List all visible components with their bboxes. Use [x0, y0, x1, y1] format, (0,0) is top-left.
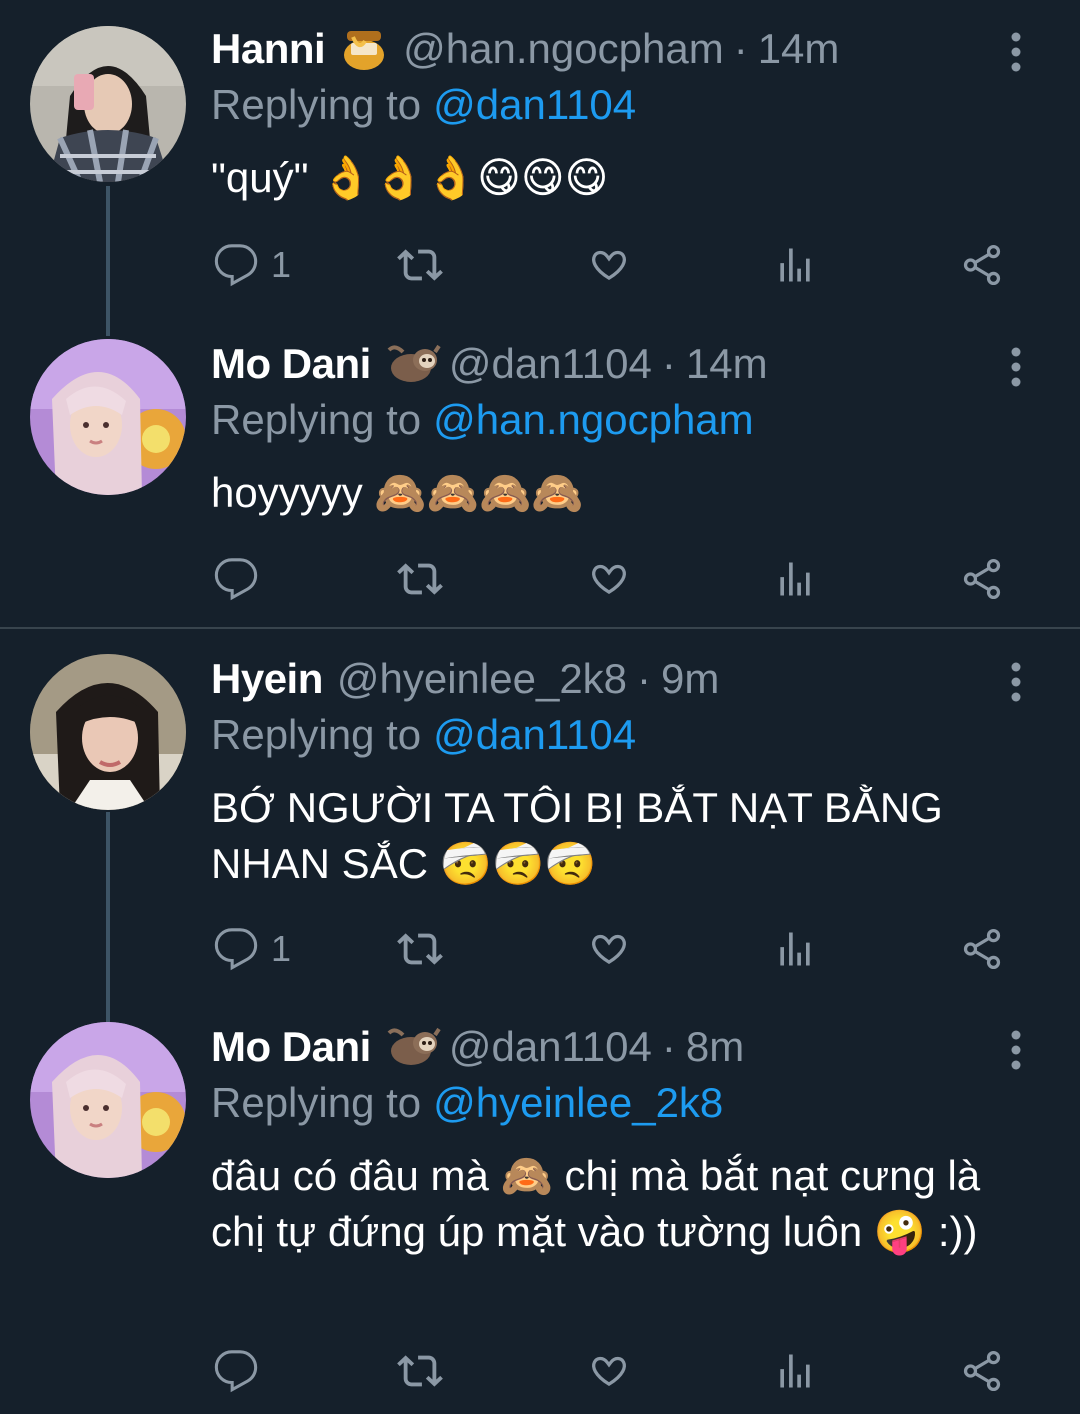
tweet-header: Hyein @hyeinlee_2k8 · 9m: [211, 654, 719, 704]
share-button[interactable]: [957, 924, 1007, 974]
user-handle[interactable]: @hyeinlee_2k8: [337, 654, 627, 704]
share-button[interactable]: [957, 554, 1007, 604]
timestamp[interactable]: 9m: [661, 654, 719, 704]
views-icon: [773, 242, 817, 288]
tweet[interactable]: Mo Dani @dan1104 · 14m Replying to @han.n…: [0, 315, 1080, 627]
timestamp[interactable]: 14m: [758, 24, 840, 74]
views-icon: [773, 556, 817, 602]
reply-button[interactable]: [213, 554, 271, 604]
retweet-icon: [395, 926, 445, 972]
timestamp[interactable]: 8m: [686, 1022, 744, 1072]
display-name[interactable]: Hyein: [211, 654, 323, 704]
replying-to: Replying to @dan1104: [211, 710, 636, 760]
separator: ·: [637, 655, 652, 702]
replying-to: Replying to @dan1104: [211, 80, 636, 130]
views-button[interactable]: [773, 924, 817, 974]
display-name[interactable]: Mo Dani: [211, 1022, 371, 1072]
reply-icon: [213, 556, 259, 602]
share-icon: [957, 926, 1007, 972]
separator: ·: [733, 25, 748, 72]
reply-icon: [213, 926, 259, 972]
retweet-button[interactable]: [395, 1346, 445, 1396]
user-handle[interactable]: @han.ngocpham: [403, 24, 724, 74]
share-button[interactable]: [957, 240, 1007, 290]
timestamp[interactable]: 14m: [686, 339, 768, 389]
like-button[interactable]: [585, 1346, 633, 1396]
replying-to: Replying to @hyeinlee_2k8: [211, 1078, 723, 1128]
tweet-text: BỚ NGƯỜI TA TÔI BỊ BẮT NẠT BẰNG NHAN SẮC…: [211, 784, 943, 887]
reply-icon: [213, 1348, 259, 1394]
avatar[interactable]: [30, 339, 186, 495]
avatar[interactable]: [30, 1022, 186, 1178]
reply-icon: [213, 242, 259, 288]
views-icon: [773, 1348, 817, 1394]
user-handle[interactable]: @dan1104: [449, 339, 652, 389]
replying-to-label: Replying to: [211, 711, 422, 758]
share-icon: [957, 242, 1007, 288]
retweet-button[interactable]: [395, 554, 445, 604]
like-icon: [585, 556, 633, 602]
like-icon: [585, 1348, 633, 1394]
reply-button[interactable]: 1: [213, 924, 291, 974]
reply-count: 1: [271, 928, 292, 969]
tweet-header: Mo Dani @dan1104 · 14m: [211, 339, 768, 389]
like-icon: [585, 242, 633, 288]
reply-button[interactable]: 1: [213, 240, 291, 290]
views-icon: [773, 926, 817, 972]
replying-to-label: Replying to: [211, 396, 422, 443]
tweet[interactable]: Hanni @han.ngocpham · 14m Replying to @da…: [0, 0, 1080, 315]
mention-link[interactable]: @hyeinlee_2k8: [433, 1079, 723, 1126]
separator: ·: [661, 340, 676, 387]
conversation-divider: [0, 627, 1080, 629]
display-name[interactable]: Mo Dani: [211, 339, 371, 389]
mention-link[interactable]: @dan1104: [433, 81, 636, 128]
views-button[interactable]: [773, 1346, 817, 1396]
share-icon: [957, 1348, 1007, 1394]
like-button[interactable]: [585, 554, 633, 604]
user-handle[interactable]: @dan1104: [449, 1022, 652, 1072]
tweet-text: đâu có đâu mà 🙈 chị mà bắt nạt cưng là c…: [211, 1152, 981, 1255]
avatar[interactable]: [30, 26, 186, 182]
mention-link[interactable]: @han.ngocpham: [433, 396, 754, 443]
views-button[interactable]: [773, 554, 817, 604]
display-name[interactable]: Hanni: [211, 24, 326, 74]
honey-pot-icon: [339, 27, 389, 71]
retweet-icon: [395, 1348, 445, 1394]
more-options-icon[interactable]: [1004, 347, 1028, 387]
tweet-text: "quý" 👌👌👌😋😋😋: [211, 154, 609, 201]
more-options-icon[interactable]: [1004, 32, 1028, 72]
share-icon: [957, 556, 1007, 602]
reply-button[interactable]: [213, 1346, 271, 1396]
tweet-header: Hanni @han.ngocpham · 14m: [211, 24, 839, 74]
retweet-icon: [395, 556, 445, 602]
reply-count: 1: [271, 244, 292, 285]
tweet[interactable]: Mo Dani @dan1104 · 8m Replying to @hyeinl…: [0, 998, 1080, 1414]
separator: ·: [661, 1023, 676, 1070]
mention-link[interactable]: @dan1104: [433, 711, 636, 758]
retweet-icon: [395, 242, 445, 288]
tweet-header: Mo Dani @dan1104 · 8m: [211, 1022, 744, 1072]
tweet[interactable]: Hyein @hyeinlee_2k8 · 9m Replying to @dan…: [0, 630, 1080, 998]
views-button[interactable]: [773, 240, 817, 290]
avatar[interactable]: [30, 654, 186, 810]
retweet-button[interactable]: [395, 924, 445, 974]
like-button[interactable]: [585, 924, 633, 974]
more-options-icon[interactable]: [1004, 1030, 1028, 1070]
replying-to-label: Replying to: [211, 81, 422, 128]
share-button[interactable]: [957, 1346, 1007, 1396]
sloth-icon: [385, 1025, 441, 1069]
retweet-button[interactable]: [395, 240, 445, 290]
tweet-text: hoyyyyy 🙈🙈🙈🙈: [211, 469, 584, 516]
sloth-icon: [385, 342, 441, 386]
replying-to: Replying to @han.ngocpham: [211, 395, 754, 445]
more-options-icon[interactable]: [1004, 662, 1028, 702]
like-icon: [585, 926, 633, 972]
replying-to-label: Replying to: [211, 1079, 422, 1126]
like-button[interactable]: [585, 240, 633, 290]
